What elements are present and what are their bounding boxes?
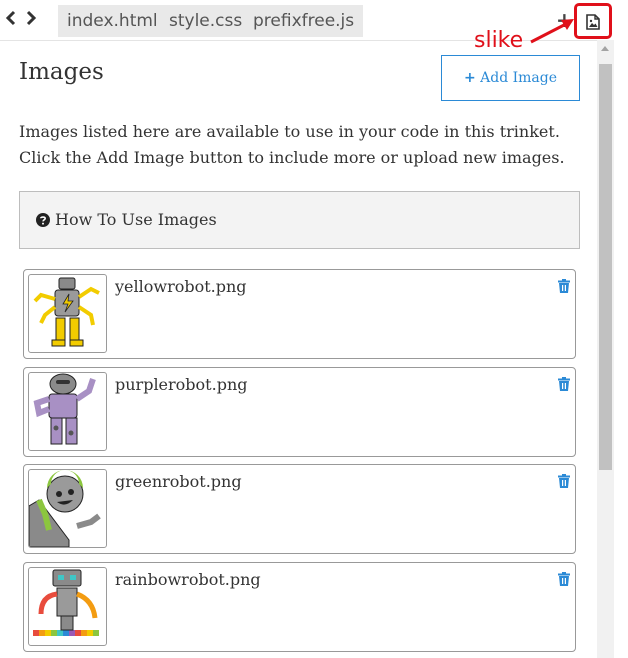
tab-style-css[interactable]: style.css xyxy=(160,5,252,37)
image-filename: yellowrobot.png xyxy=(115,277,247,296)
intro-text: Images listed here are available to use … xyxy=(19,122,565,167)
vertical-scrollbar[interactable] xyxy=(597,40,614,658)
trash-icon[interactable] xyxy=(558,572,570,586)
how-to-use-images-label: How To Use Images xyxy=(55,210,217,229)
image-list-item: purplerobot.png xyxy=(23,367,576,457)
green-robot-image xyxy=(29,470,101,547)
purple-robot-image xyxy=(33,373,96,445)
image-filename: purplerobot.png xyxy=(115,375,248,394)
image-thumbnail xyxy=(28,372,107,451)
rainbow-robot-image xyxy=(33,569,99,636)
image-filename: rainbowrobot.png xyxy=(115,570,261,589)
image-thumbnail xyxy=(28,274,107,353)
how-to-use-images-panel[interactable]: How To Use Images xyxy=(19,191,580,249)
image-list-item: yellowrobot.png xyxy=(23,269,576,359)
image-list-item: rainbowrobot.png xyxy=(23,562,576,652)
trash-icon[interactable] xyxy=(558,474,570,488)
images-tab-button[interactable] xyxy=(574,3,612,39)
question-circle-icon xyxy=(36,213,50,227)
trash-icon[interactable] xyxy=(558,377,570,391)
tab-prefixfree-js[interactable]: prefixfree.js xyxy=(244,5,364,37)
image-thumbnail xyxy=(28,567,107,646)
add-image-label: Add Image xyxy=(480,70,558,86)
scroll-up-icon[interactable] xyxy=(601,46,609,51)
nav-arrows xyxy=(4,8,38,28)
tab-index-html[interactable]: index.html xyxy=(58,5,167,37)
page-title: Images xyxy=(19,59,104,85)
trash-icon[interactable] xyxy=(558,279,570,293)
scroll-thumb[interactable] xyxy=(599,64,612,470)
image-thumbnail xyxy=(28,469,107,548)
yellow-robot-image xyxy=(33,277,100,347)
image-file-icon xyxy=(586,14,600,30)
image-list-item: greenrobot.png xyxy=(23,464,576,554)
chevron-right-icon[interactable] xyxy=(24,8,38,28)
add-image-button[interactable]: + Add Image xyxy=(441,55,580,101)
image-filename: greenrobot.png xyxy=(115,472,242,491)
chevron-left-icon[interactable] xyxy=(4,8,18,28)
images-panel: Images + Add Image Images listed here ar… xyxy=(0,41,596,658)
plus-icon: + xyxy=(463,70,476,86)
